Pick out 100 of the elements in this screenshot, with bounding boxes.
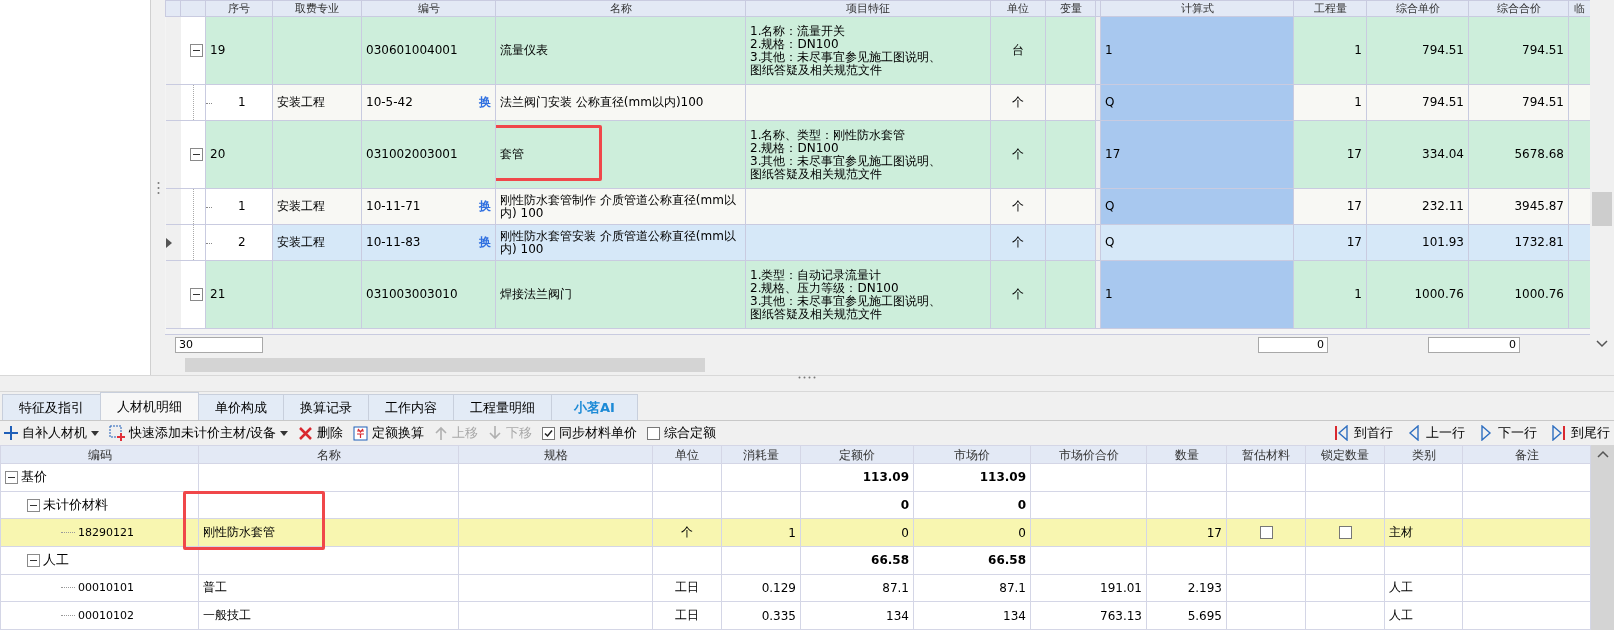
toolbar-button[interactable]: 快速添加未计价主材/设备 [109, 424, 289, 442]
checkbox-label[interactable]: 同步材料单价 [559, 424, 638, 442]
checkbox[interactable] [542, 426, 556, 440]
column-header[interactable]: 工程量 [1293, 0, 1367, 17]
table-cell: 20 [205, 120, 273, 189]
nav-button[interactable]: 下一行 [1479, 424, 1537, 442]
table-cell: 人工 [1384, 601, 1463, 630]
collapse-icon[interactable] [190, 288, 203, 301]
column-header[interactable]: 名称 [198, 445, 459, 464]
column-header[interactable]: 消耗量 [721, 445, 801, 464]
column-header[interactable]: 规格 [458, 445, 653, 464]
table-cell: 0 [913, 518, 1031, 547]
column-header[interactable]: 综合合价 [1468, 0, 1569, 17]
tab[interactable]: 换算记录 [283, 394, 369, 420]
table-cell: 113.09 [913, 463, 1031, 492]
scroll-down-icon[interactable] [1596, 340, 1608, 348]
grid-row[interactable]: 00010102 一般技工 工日 0.335 134 134 763.13 5.695 人工 [0, 601, 1591, 630]
scrollbar-thumb[interactable] [1592, 192, 1612, 226]
column-header[interactable]: 单位 [990, 0, 1046, 17]
column-header[interactable]: 暂估材料 [1226, 445, 1306, 464]
column-header[interactable]: 编码 [0, 445, 199, 464]
table-cell: 794.51 [1468, 84, 1569, 121]
tab[interactable]: 特征及指引 [2, 394, 101, 420]
tab[interactable]: 单价构成 [198, 394, 284, 420]
grid-row[interactable]: 00010101 普工 工日 0.129 87.1 87.1 191.01 2.193 人工 [0, 574, 1591, 602]
tree-label[interactable]: 人工 [43, 551, 69, 570]
table-cell: 031003003010 [361, 260, 496, 329]
column-header[interactable]: 综合单价 [1366, 0, 1469, 17]
delete-button[interactable]: 删除 [298, 424, 344, 442]
tree-label[interactable]: 基价 [21, 468, 47, 487]
table-cell: 0 [800, 491, 914, 519]
column-header[interactable]: 取费专业 [272, 0, 362, 17]
count-field[interactable]: 30 [175, 337, 263, 354]
table-cell: 普工 [198, 574, 459, 602]
collapse-icon[interactable] [190, 148, 203, 161]
table-cell: 工日 [652, 574, 722, 602]
tab[interactable]: 人材机明细 [100, 392, 199, 420]
table-cell: 232.11 [1366, 188, 1469, 225]
grid-row[interactable]: 18290121 刚性防水套管 个 1 0 0 17 主材 [0, 518, 1591, 547]
feature-text: 3.其他：未尽事宜参见施工图说明、 [750, 50, 943, 64]
column-header[interactable]: 数量 [1146, 445, 1227, 464]
table-cell: 安装工程 [272, 84, 362, 121]
column-header[interactable]: 市场价 [913, 445, 1031, 464]
swap-link[interactable]: 换 [479, 236, 491, 249]
table-cell: 334.04 [1366, 120, 1469, 189]
collapse-icon[interactable] [27, 498, 40, 512]
table-cell: 17 [1100, 120, 1294, 189]
column-header[interactable]: 编号 [361, 0, 496, 17]
collapse-icon[interactable] [27, 553, 40, 567]
nav-button[interactable]: 到尾行 [1551, 424, 1610, 442]
table-cell: 1 [1293, 260, 1367, 329]
toolbar-button[interactable]: 定额换算 [353, 424, 425, 442]
last-row-icon [1551, 425, 1566, 441]
total-field[interactable]: 0 [1258, 337, 1328, 354]
splitter-grip-icon[interactable] [798, 376, 816, 379]
table-cell: 1 [238, 199, 246, 213]
column-header[interactable]: 变量 [1045, 0, 1096, 17]
table-cell: 18290121 [78, 526, 134, 540]
column-header[interactable]: 名称 [495, 0, 746, 17]
column-header[interactable]: 定额价 [800, 445, 914, 464]
checkbox-label[interactable]: 综合定额 [664, 424, 717, 442]
tab[interactable]: 工程量明细 [453, 394, 552, 420]
table-cell: 21 [205, 260, 273, 329]
nav-button[interactable]: 到首行 [1334, 424, 1393, 442]
column-header[interactable]: 序号 [205, 0, 273, 17]
table-cell: 00010102 [78, 609, 134, 623]
column-header[interactable]: 临 [1568, 0, 1590, 17]
swap-link[interactable]: 换 [479, 200, 491, 213]
scroll-up-icon[interactable] [1597, 450, 1609, 458]
close-icon [298, 425, 314, 441]
scrollbar-thumb[interactable] [185, 358, 705, 373]
splitter-grip-icon[interactable] [156, 180, 160, 195]
grid-row[interactable]: 1 安装工程 10-5-42 换 法兰阀门安装 公称直径(mm以内)100 个 Q 1 794.51 794.51 [165, 84, 1590, 121]
table-cell: 工日 [652, 601, 722, 630]
column-header[interactable]: 类别 [1384, 445, 1463, 464]
column-header[interactable]: 项目特征 [745, 0, 991, 17]
table-cell: 17 [1146, 518, 1227, 547]
swap-link[interactable]: 换 [479, 96, 491, 109]
column-header[interactable]: 单位 [652, 445, 722, 464]
table-cell: 101.93 [1366, 224, 1469, 261]
checkbox[interactable] [647, 426, 661, 440]
feature-text: 图纸答疑及相关规范文件 [750, 307, 883, 321]
column-header[interactable]: 备注 [1462, 445, 1591, 464]
nav-button[interactable]: 上一行 [1407, 424, 1465, 442]
column-header[interactable]: 市场价合价 [1030, 445, 1147, 464]
toolbar-button[interactable]: 自补人材机 [4, 424, 99, 442]
table-cell: 0.335 [721, 601, 801, 630]
table-cell: 个 [990, 84, 1046, 121]
column-header[interactable]: 锁定数量 [1305, 445, 1385, 464]
tab[interactable]: 工作内容 [368, 394, 454, 420]
table-cell: 焊接法兰阀门 [495, 260, 746, 329]
collapse-icon[interactable] [5, 470, 18, 484]
feature-text: 3.其他：未尽事宜参见施工图说明、 [750, 154, 943, 168]
table-cell: 个 [990, 120, 1046, 189]
checkbox[interactable] [1259, 526, 1273, 540]
collapse-icon[interactable] [190, 44, 203, 57]
total-field[interactable]: 0 [1428, 337, 1520, 354]
table-cell: 安装工程 [272, 224, 362, 261]
column-header[interactable]: 计算式 [1100, 0, 1294, 17]
checkbox[interactable] [1338, 526, 1352, 540]
